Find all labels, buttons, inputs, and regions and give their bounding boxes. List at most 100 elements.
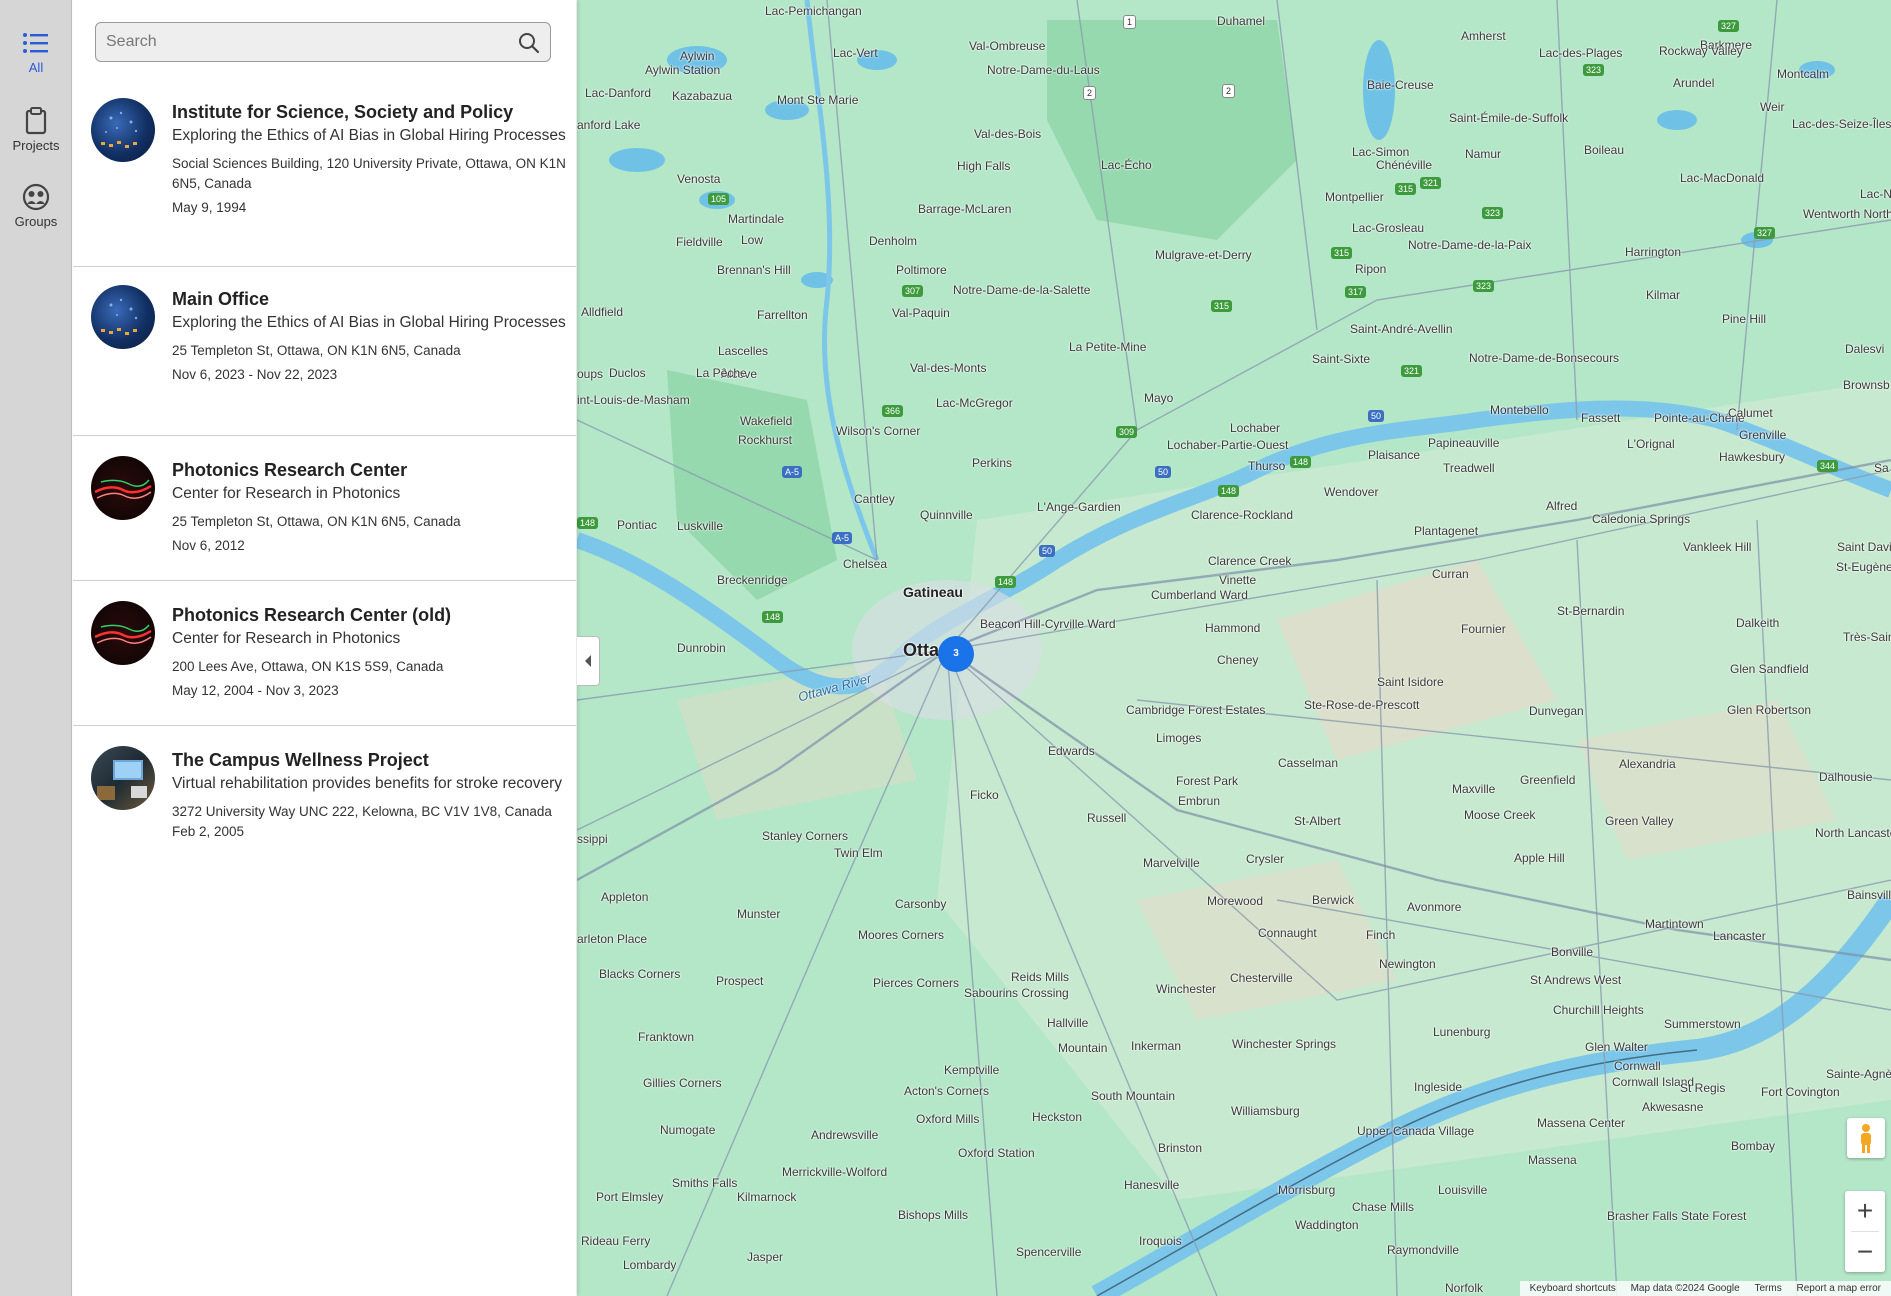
map-label: Montpellier [1325,190,1384,204]
map-label: Crysler [1246,852,1284,866]
map-label: Churchill Heights [1553,1003,1644,1017]
map-label: Maxville [1452,782,1496,796]
list-item[interactable]: Main Office Exploring the Ethics of AI B… [73,267,576,436]
map-label: Weir [1760,100,1785,114]
map-data-text: Map data ©2024 Google [1630,1283,1740,1294]
map-label: Fassett [1581,411,1621,425]
map-label: Bombay [1731,1139,1776,1153]
map-label: Reids Mills [1011,970,1070,984]
item-date: May 12, 2004 - Nov 3, 2023 [172,683,339,698]
map-label: Rideau Ferry [581,1234,651,1248]
map-label: Lombardy [623,1258,677,1272]
pegman-icon [1861,1124,1871,1153]
map-label: Aylwin Station [645,63,721,77]
map-label: Très-Saint- [1843,630,1891,644]
map-label: Thurso [1248,459,1286,473]
map-attribution: Keyboard shortcuts Map data ©2024 Google… [1519,1281,1891,1296]
map-label: Notre-Dame-de-la-Paix [1408,238,1532,252]
nav-projects[interactable]: Projects [0,106,72,153]
map-label: Kilmarnock [737,1190,797,1204]
collapse-panel-button[interactable] [577,636,600,686]
map-label: Bonville [1551,945,1594,959]
map-label: Lac-des-Seize-Îles [1792,117,1891,131]
map-label: anford Lake [577,118,641,132]
map-label: Wentworth North [1803,207,1891,221]
list-item[interactable]: Institute for Science, Society and Polic… [73,80,576,267]
map-label: Acton's Corners [904,1084,989,1098]
street-view-button[interactable] [1847,1118,1885,1158]
map-cluster-marker[interactable]: 3 [938,636,974,672]
map-view[interactable]: Lac-Pemichangan Duhamel Amherst Lac-des-… [577,0,1891,1296]
map-label: Lac-McGregor [936,396,1013,410]
map-label: La Pêche [696,366,747,380]
zoom-in-button[interactable]: + [1845,1191,1885,1231]
map-label: Val-des-Monts [910,361,987,375]
map-label: Caledonia Springs [1592,512,1691,526]
map-label: Blacks Corners [599,967,681,981]
map-label: Appleton [601,890,649,904]
list-item[interactable]: Photonics Research Center Center for Res… [73,436,576,581]
map-label: Dunrobin [677,641,726,655]
terms-link[interactable]: Terms [1755,1283,1782,1294]
map-label: L'Ange-Gardien [1037,500,1121,514]
map-label: Glen Walter [1585,1040,1648,1054]
map-label: Iroquois [1139,1234,1182,1248]
map-label: Sa [1874,461,1889,475]
item-title: Institute for Science, Society and Polic… [172,102,514,122]
map-label: Pine Hill [1722,312,1767,326]
avatar [91,456,155,520]
map-label: Kazabazua [672,89,733,103]
map-label: Rockhurst [738,433,793,447]
map-label: Brennan's Hill [717,263,791,277]
map-label: Lunenburg [1433,1025,1491,1039]
report-error-link[interactable]: Report a map error [1797,1283,1881,1294]
map-label: Aylwin [680,49,715,63]
map-label: Lac-des-Plages [1539,46,1623,60]
nav-all[interactable]: All [0,30,72,75]
map-label: Heckston [1032,1110,1083,1124]
map-label: Andrewsville [811,1128,879,1142]
zoom-out-button[interactable]: − [1845,1232,1885,1272]
map-label: Louisville [1438,1183,1488,1197]
map-label: Notre-Dame-du-Laus [987,63,1100,77]
map-label: Apple Hill [1514,851,1565,865]
map-label: Val-des-Bois [974,127,1042,141]
map-label: Kilmar [1646,288,1681,302]
map-label: Dunvegan [1529,704,1584,718]
map-label: Cantley [854,492,895,506]
map-label: Akwesasne [1642,1100,1704,1114]
map-label: Numogate [660,1123,716,1137]
map-label: Moose Creek [1464,808,1536,822]
search-icon[interactable] [518,32,540,54]
nav-groups[interactable]: Groups [0,182,72,229]
map-label-ottawa: Otta [903,640,939,660]
map-label: int-Louis-de-Masham [577,393,690,407]
map-label: Venosta [677,172,721,186]
list-item[interactable]: Photonics Research Center (old) Center f… [73,581,576,726]
map-label: Oxford Mills [916,1112,980,1126]
results-panel: Institute for Science, Society and Polic… [73,0,576,1296]
item-subtitle: Center for Research in Photonics [172,485,401,502]
map-label: Lochaber-Partie-Ouest [1167,438,1289,452]
map-label: Poltimore [896,263,947,277]
map-label: Martindale [728,212,785,226]
map-label: Grenville [1739,428,1787,442]
search-input[interactable] [96,23,506,61]
map-label-gatineau: Gatineau [903,584,963,600]
list-item[interactable]: The Campus Wellness Project Virtual reha… [73,726,576,886]
map-label: Kemptville [944,1063,1000,1077]
map-label: Saint-Émile-de-Suffolk [1449,111,1569,125]
map-label: Bishops Mills [898,1208,969,1222]
map-label: arleton Place [577,932,648,946]
map-label: Norfolk [1445,1281,1484,1295]
map-label: Raymondville [1387,1243,1460,1257]
item-date: Nov 6, 2023 - Nov 22, 2023 [172,367,338,382]
map-label: Winchester Springs [1232,1037,1337,1051]
item-address: 25 Templeton St, Ottawa, ON K1N 6N5, Can… [172,514,461,529]
map-label: Perkins [972,456,1013,470]
map-label: Luskville [677,519,724,533]
keyboard-shortcuts-link[interactable]: Keyboard shortcuts [1530,1283,1616,1294]
map-label: Boileau [1584,143,1625,157]
map-label: Brasher Falls State Forest [1607,1209,1747,1223]
map-label: Wilson's Corner [836,424,921,438]
